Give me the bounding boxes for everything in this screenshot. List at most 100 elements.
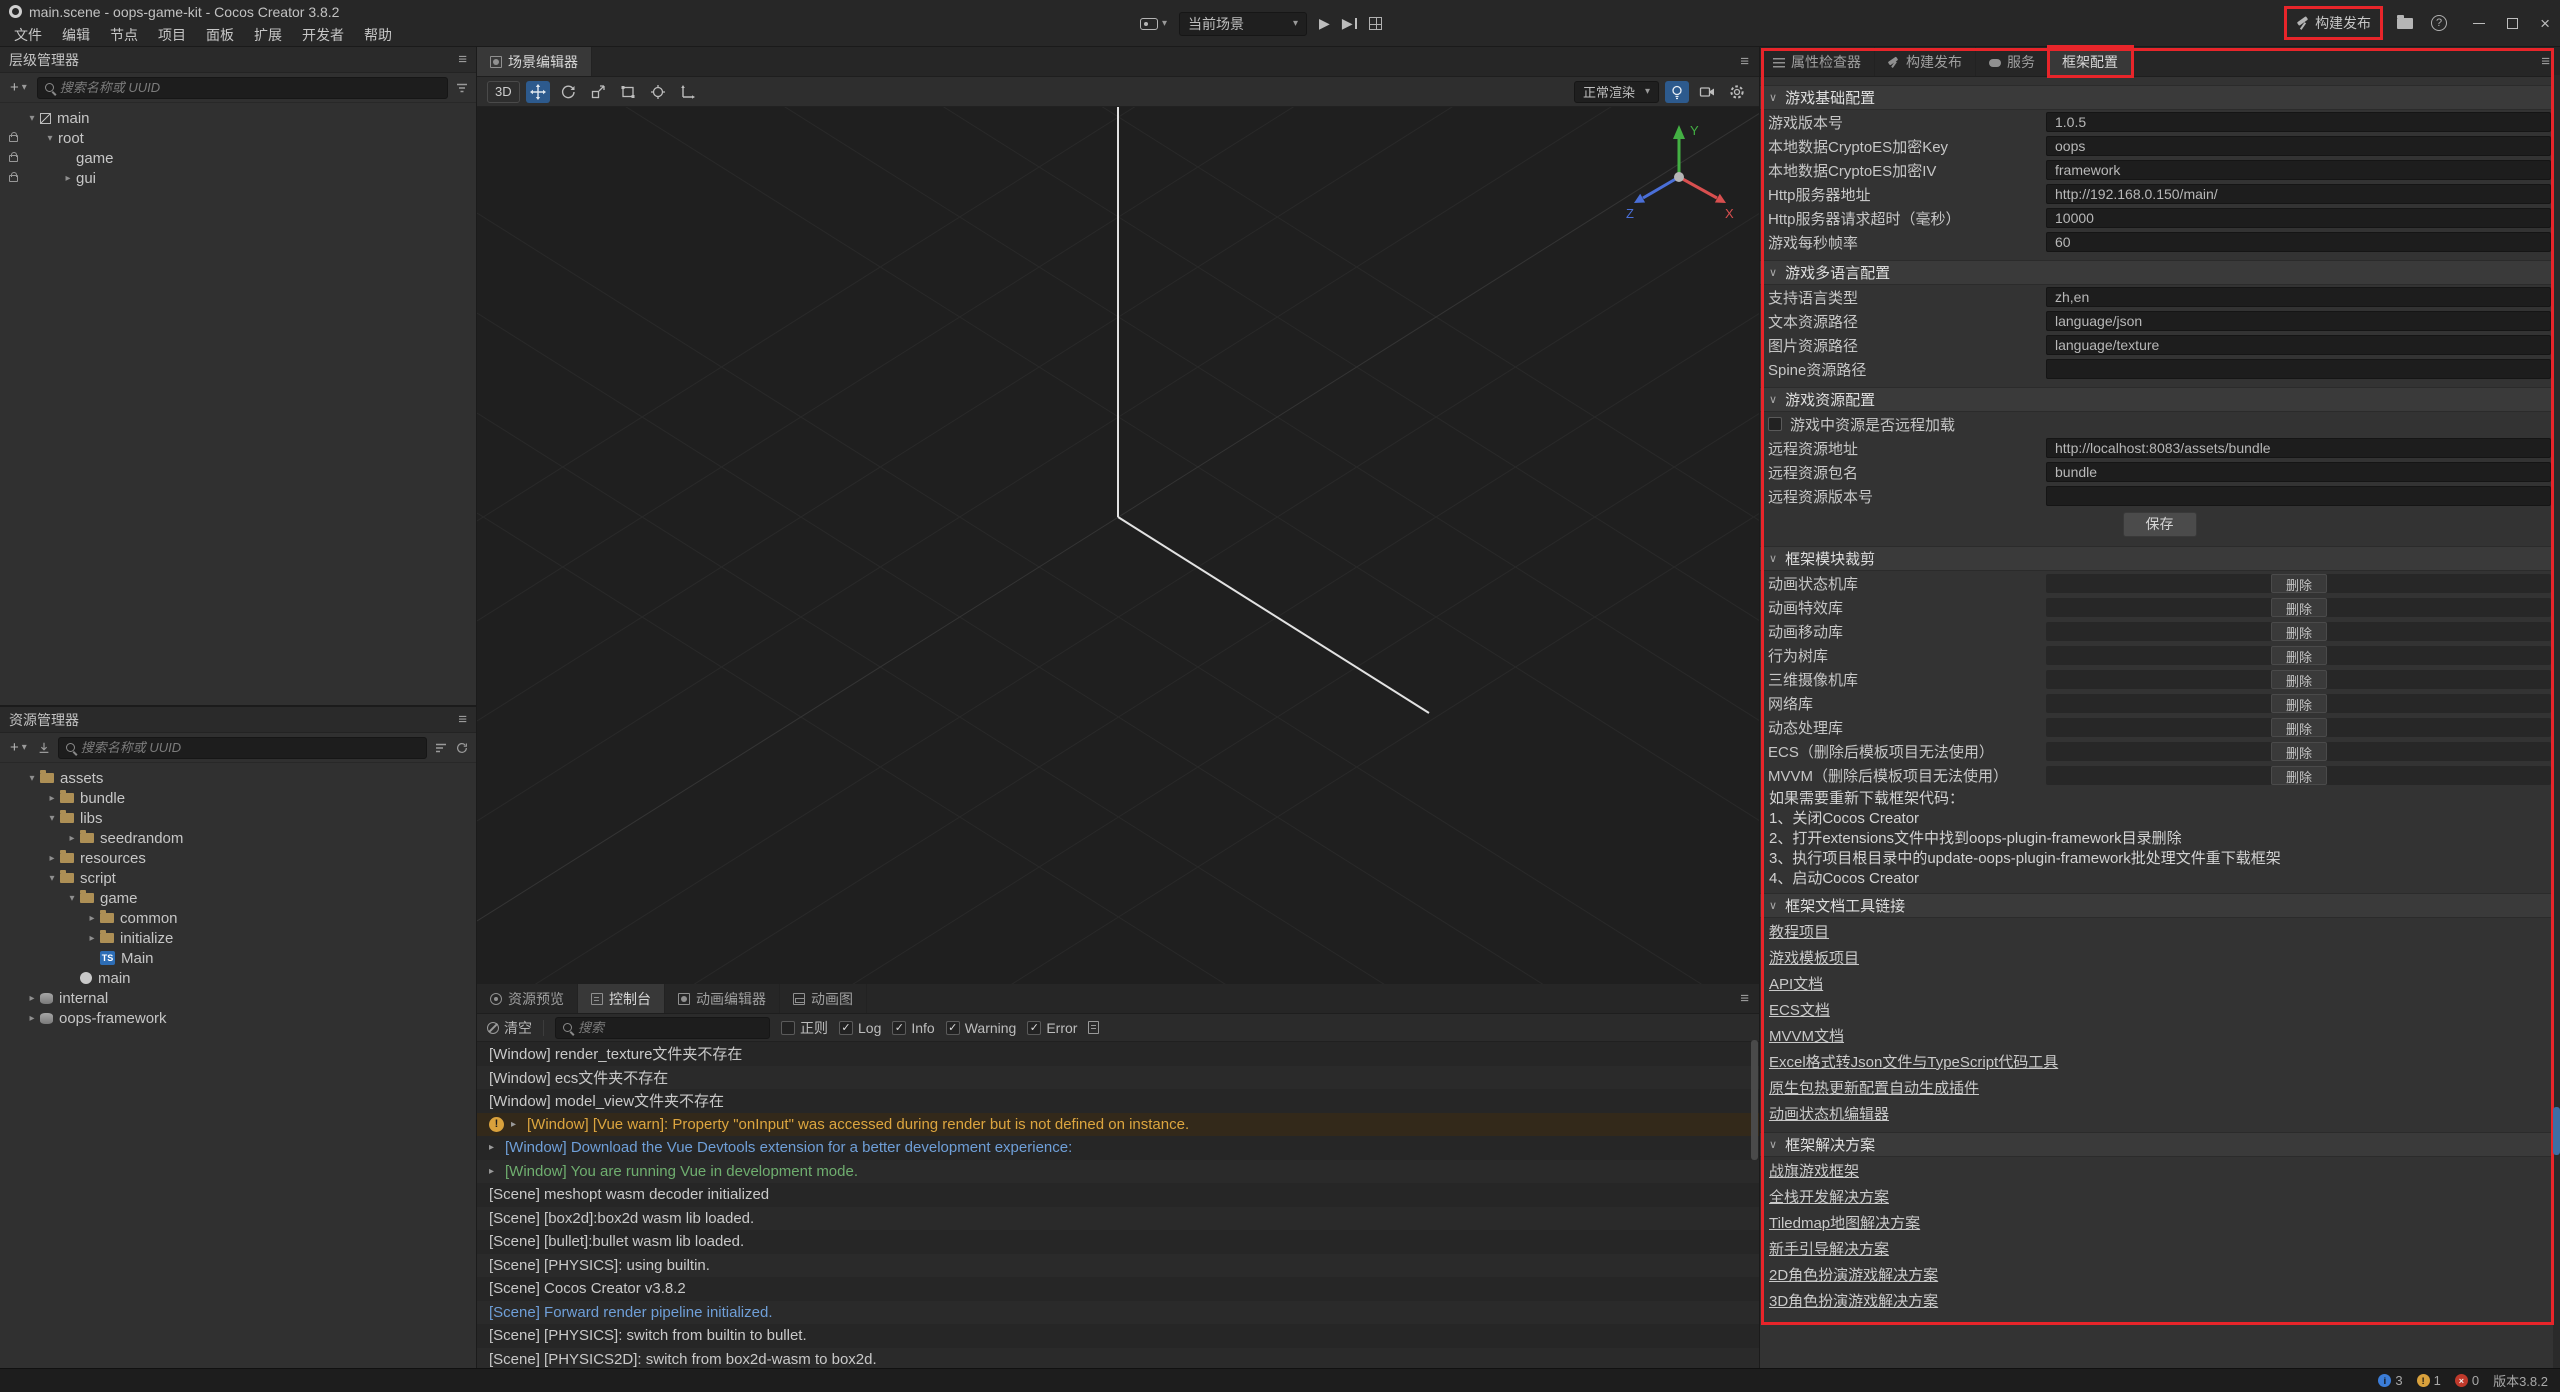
expand-arrow-icon[interactable]: ▸	[60, 173, 76, 184]
close-button[interactable]: ×	[2540, 15, 2550, 32]
panel-menu-icon[interactable]: ≡	[458, 51, 467, 68]
expand-arrow-icon[interactable]: ▸	[64, 833, 80, 844]
doc-link[interactable]: 全栈开发解决方案	[1769, 1183, 1889, 1209]
doc-link[interactable]: 3D角色扮演游戏解决方案	[1769, 1287, 1938, 1313]
layout-grid-button[interactable]	[1369, 17, 1382, 30]
scene-viewport[interactable]: Y X Z	[477, 107, 1759, 984]
tree-node[interactable]: ▾root	[0, 128, 476, 148]
expand-arrow-icon[interactable]: ▾	[44, 873, 60, 884]
menu-item-4[interactable]: 面板	[196, 25, 244, 45]
tree-node[interactable]: ▸gui	[0, 168, 476, 188]
warning-count-badge[interactable]: ! 1	[2417, 1373, 2441, 1388]
property-input[interactable]	[2046, 486, 2551, 506]
log-row[interactable]: [Window] model_view文件夹不存在	[477, 1089, 1759, 1113]
pivot-toggle-button[interactable]	[646, 81, 670, 103]
console-search-input[interactable]	[578, 1020, 762, 1035]
menu-item-2[interactable]: 节点	[100, 25, 148, 45]
doc-link[interactable]: Tiledmap地图解决方案	[1769, 1209, 1920, 1235]
menu-item-3[interactable]: 项目	[148, 25, 196, 45]
expand-arrow-icon[interactable]: ▸	[44, 793, 60, 804]
checkbox-icon[interactable]	[781, 1021, 795, 1035]
tree-node[interactable]: ▸resources	[0, 848, 476, 868]
log-row[interactable]: [Window] render_texture文件夹不存在	[477, 1042, 1759, 1066]
menu-item-1[interactable]: 编辑	[52, 25, 100, 45]
property-input[interactable]	[2046, 359, 2551, 379]
3d-mode-toggle[interactable]: 3D	[487, 81, 520, 103]
build-publish-button[interactable]: 构建发布	[2288, 10, 2379, 36]
regex-toggle[interactable]: 正则	[781, 1018, 828, 1038]
doc-link[interactable]: 战旗游戏框架	[1769, 1157, 1859, 1183]
console-search[interactable]	[555, 1017, 770, 1039]
delete-button[interactable]: 删除	[2271, 622, 2327, 641]
hierarchy-filter-button[interactable]	[455, 81, 469, 95]
delete-button[interactable]: 删除	[2271, 670, 2327, 689]
property-input[interactable]: language/texture	[2046, 335, 2551, 355]
expand-arrow-icon[interactable]: ▸	[489, 1142, 505, 1153]
menu-item-0[interactable]: 文件	[4, 25, 52, 45]
error-count-badge[interactable]: × 0	[2455, 1373, 2479, 1388]
log-row[interactable]: ▸[Window] You are running Vue in develop…	[477, 1160, 1759, 1184]
delete-button[interactable]: 删除	[2271, 742, 2327, 761]
property-input[interactable]: http://localhost:8083/assets/bundle	[2046, 438, 2551, 458]
expand-arrow-icon[interactable]: ▸	[489, 1166, 505, 1177]
checkbox-icon[interactable]: ✓	[892, 1021, 906, 1035]
doc-link[interactable]: 教程项目	[1769, 918, 1829, 944]
delete-button[interactable]: 删除	[2271, 646, 2327, 665]
doc-link[interactable]: Excel格式转Json文件与TypeScript代码工具	[1769, 1048, 2058, 1074]
refresh-icon[interactable]	[455, 741, 469, 755]
section-header[interactable]: ∨框架模块裁剪	[1760, 546, 2560, 571]
expand-arrow-icon[interactable]: ▾	[44, 813, 60, 824]
panel-menu-icon[interactable]: ≡	[1730, 53, 1759, 70]
property-input[interactable]: 1.0.5	[2046, 112, 2551, 132]
play-button[interactable]: ▶	[1319, 15, 1330, 32]
section-header[interactable]: ∨框架解决方案	[1760, 1132, 2560, 1157]
checkbox-icon[interactable]: ✓	[946, 1021, 960, 1035]
assets-search-input[interactable]	[81, 740, 419, 755]
expand-arrow-icon[interactable]: ▸	[511, 1119, 527, 1130]
remote-load-checkbox[interactable]	[1768, 417, 1782, 431]
expand-arrow-icon[interactable]: ▾	[24, 113, 40, 124]
menu-item-7[interactable]: 帮助	[354, 25, 402, 45]
expand-arrow-icon[interactable]: ▸	[24, 1013, 40, 1024]
tree-node[interactable]: TSMain	[0, 948, 476, 968]
rotate-tool-button[interactable]	[556, 81, 580, 103]
doc-link[interactable]: API文档	[1769, 970, 1823, 996]
expand-arrow-icon[interactable]: ▸	[84, 933, 100, 944]
scene-select[interactable]: 当前场景 ▾	[1179, 12, 1307, 36]
delete-button[interactable]: 删除	[2271, 694, 2327, 713]
panel-menu-icon[interactable]: ≡	[2531, 53, 2560, 70]
doc-link[interactable]: MVVM文档	[1769, 1022, 1844, 1048]
property-input[interactable]: oops	[2046, 136, 2551, 156]
assets-sort-button[interactable]	[434, 741, 448, 755]
tree-node[interactable]: ▾assets	[0, 768, 476, 788]
tree-node[interactable]: game	[0, 148, 476, 168]
log-row[interactable]: [Scene] Forward render pipeline initiali…	[477, 1301, 1759, 1325]
info-count-badge[interactable]: i 3	[2378, 1373, 2402, 1388]
expand-arrow-icon[interactable]: ▾	[24, 773, 40, 784]
doc-link[interactable]: 动画状态机编辑器	[1769, 1100, 1889, 1126]
expand-arrow-icon[interactable]: ▸	[24, 993, 40, 1004]
tree-node[interactable]: ▾game	[0, 888, 476, 908]
log-settings-button[interactable]	[1088, 1021, 1099, 1034]
doc-link[interactable]: 新手引导解决方案	[1769, 1235, 1889, 1261]
delete-button[interactable]: 删除	[2271, 574, 2327, 593]
open-project-folder-button[interactable]	[2397, 18, 2413, 29]
minimize-button[interactable]	[2473, 23, 2485, 24]
doc-link[interactable]: ECS文档	[1769, 996, 1830, 1022]
property-input[interactable]: framework	[2046, 160, 2551, 180]
panel-menu-icon[interactable]: ≡	[458, 711, 467, 728]
add-asset-button[interactable]: +▾	[7, 739, 30, 756]
expand-arrow-icon[interactable]: ▾	[42, 133, 58, 144]
log-row[interactable]: [Scene] [bullet]:bullet wasm lib loaded.	[477, 1230, 1759, 1254]
filter-warning[interactable]: ✓Warning	[946, 1020, 1017, 1036]
scale-tool-button[interactable]	[586, 81, 610, 103]
checkbox-icon[interactable]: ✓	[1027, 1021, 1041, 1035]
doc-link[interactable]: 原生包热更新配置自动生成插件	[1769, 1074, 1979, 1100]
tree-node[interactable]: ▸oops-framework	[0, 1008, 476, 1028]
tab-console-1[interactable]: 控制台	[578, 984, 665, 1013]
section-header[interactable]: ∨游戏资源配置	[1760, 387, 2560, 412]
maximize-button[interactable]	[2507, 18, 2518, 29]
delete-button[interactable]: 删除	[2271, 718, 2327, 737]
property-input[interactable]: bundle	[2046, 462, 2551, 482]
clear-console-button[interactable]: 清空	[487, 1018, 532, 1038]
